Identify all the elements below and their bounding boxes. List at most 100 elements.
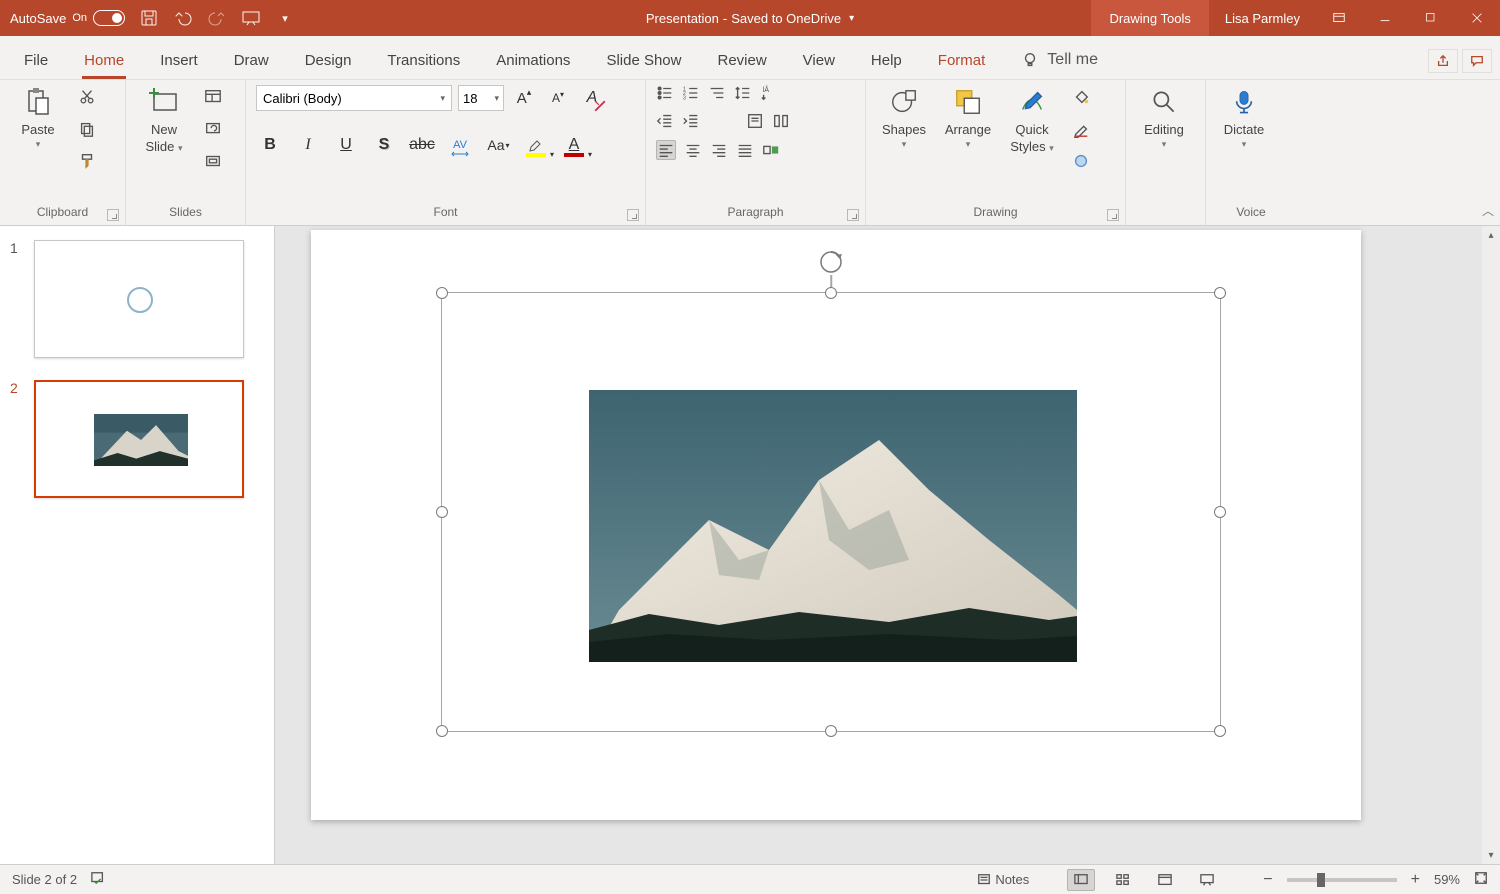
smartart-convert-button[interactable]	[762, 140, 780, 160]
paragraph-dialog-launcher[interactable]	[847, 209, 859, 221]
bold-button[interactable]: B	[256, 131, 284, 159]
thumbnail-preview[interactable]	[34, 240, 244, 358]
resize-handle-e[interactable]	[1214, 506, 1226, 518]
resize-handle-sw[interactable]	[436, 725, 448, 737]
tab-home[interactable]: Home	[68, 44, 140, 79]
resize-handle-nw[interactable]	[436, 287, 448, 299]
increase-font-button[interactable]: A▴	[510, 84, 538, 112]
font-name-combo[interactable]: Calibri (Body)▾	[256, 85, 452, 111]
tab-design[interactable]: Design	[289, 44, 368, 79]
character-spacing-button[interactable]: AV	[446, 131, 474, 159]
selection-box[interactable]	[441, 292, 1221, 732]
resize-handle-n[interactable]	[825, 287, 837, 299]
autosave-switch[interactable]	[93, 10, 125, 26]
tab-file[interactable]: File	[8, 44, 64, 79]
save-location[interactable]: Saved to OneDrive	[731, 11, 841, 26]
resize-handle-w[interactable]	[436, 506, 448, 518]
layout-button[interactable]	[200, 84, 226, 110]
line-spacing-button[interactable]	[734, 84, 752, 102]
dictate-button[interactable]: Dictate▾	[1216, 84, 1272, 150]
new-slide-dropdown-icon[interactable]: ▾	[178, 143, 183, 153]
undo-icon[interactable]	[173, 8, 193, 28]
minimize-icon[interactable]	[1362, 0, 1408, 36]
clipboard-dialog-launcher[interactable]	[107, 209, 119, 221]
zoom-out-button[interactable]: −	[1263, 871, 1272, 889]
slide-thumbnails-pane[interactable]: 1 2	[0, 226, 275, 864]
cut-button[interactable]	[74, 84, 100, 110]
reset-slide-button[interactable]	[200, 116, 226, 142]
zoom-level[interactable]: 59%	[1434, 872, 1460, 887]
tab-view[interactable]: View	[787, 44, 851, 79]
account-username[interactable]: Lisa Parmley	[1209, 11, 1316, 26]
tell-me-search[interactable]: Tell me	[1005, 43, 1114, 79]
align-left-button[interactable]	[656, 140, 676, 160]
shape-outline-button[interactable]	[1068, 116, 1094, 142]
clear-formatting-button[interactable]: A	[578, 84, 606, 112]
tab-transitions[interactable]: Transitions	[371, 44, 476, 79]
italic-button[interactable]: I	[294, 131, 322, 159]
resize-handle-s[interactable]	[825, 725, 837, 737]
increase-indent-button[interactable]	[682, 112, 700, 130]
underline-button[interactable]: U	[332, 131, 360, 159]
maximize-icon[interactable]	[1408, 0, 1454, 36]
shapes-button[interactable]: Shapes▾	[876, 84, 932, 150]
rotate-handle[interactable]	[818, 249, 844, 275]
save-icon[interactable]	[139, 8, 159, 28]
columns-button[interactable]	[772, 112, 790, 130]
customize-qat-icon[interactable]: ▾	[275, 8, 295, 28]
slide-counter[interactable]: Slide 2 of 2	[12, 872, 77, 887]
scroll-down-icon[interactable]: ▾	[1482, 846, 1500, 864]
tab-slide-show[interactable]: Slide Show	[590, 44, 697, 79]
tab-review[interactable]: Review	[701, 44, 782, 79]
slideshow-view-button[interactable]	[1193, 869, 1221, 891]
zoom-in-button[interactable]: +	[1411, 871, 1420, 889]
arrange-button[interactable]: Arrange▾	[940, 84, 996, 150]
section-button[interactable]	[200, 148, 226, 174]
new-slide-button[interactable]: New Slide ▾	[136, 84, 192, 154]
shape-fill-button[interactable]	[1068, 84, 1094, 110]
paste-button[interactable]: Paste ▾	[10, 84, 66, 150]
resize-handle-se[interactable]	[1214, 725, 1226, 737]
redo-icon[interactable]	[207, 8, 227, 28]
comments-button[interactable]	[1462, 49, 1492, 73]
zoom-slider-thumb[interactable]	[1317, 873, 1325, 887]
fit-to-window-button[interactable]	[1474, 871, 1488, 888]
zoom-slider[interactable]	[1287, 878, 1397, 882]
normal-view-button[interactable]	[1067, 869, 1095, 891]
reading-view-button[interactable]	[1151, 869, 1179, 891]
font-size-combo[interactable]: 18▾	[458, 85, 504, 111]
spell-check-icon[interactable]	[91, 871, 105, 888]
font-color-button[interactable]: A▾	[560, 131, 588, 159]
thumbnail-preview[interactable]	[34, 380, 244, 498]
save-location-dropdown-icon[interactable]: ▾	[849, 13, 854, 24]
format-painter-button[interactable]	[74, 148, 100, 174]
drawing-dialog-launcher[interactable]	[1107, 209, 1119, 221]
scroll-up-icon[interactable]: ▴	[1482, 226, 1500, 244]
editing-button[interactable]: Editing▾	[1136, 84, 1192, 150]
paste-dropdown-icon[interactable]: ▾	[36, 139, 41, 150]
slide-sorter-view-button[interactable]	[1109, 869, 1137, 891]
justify-button[interactable]	[736, 140, 754, 160]
collapse-ribbon-icon[interactable]: ︿	[1482, 202, 1494, 219]
quick-styles-button[interactable]: Quick Styles ▾	[1004, 84, 1060, 154]
numbering-button[interactable]: 123	[682, 84, 700, 102]
align-text-button[interactable]	[746, 112, 764, 130]
list-level-button[interactable]	[708, 84, 726, 102]
tab-draw[interactable]: Draw	[218, 44, 285, 79]
copy-button[interactable]	[74, 116, 100, 142]
tab-animations[interactable]: Animations	[480, 44, 586, 79]
thumbnail-slide-2[interactable]: 2	[10, 380, 264, 498]
thumbnail-slide-1[interactable]: 1	[10, 240, 264, 358]
highlight-color-button[interactable]: ▾	[522, 131, 550, 159]
strikethrough-button[interactable]: abc	[408, 131, 436, 159]
close-icon[interactable]	[1454, 0, 1500, 36]
text-direction-button[interactable]: lÂ	[760, 84, 778, 102]
ribbon-display-options-icon[interactable]	[1316, 0, 1362, 36]
shadow-button[interactable]: S	[370, 131, 398, 159]
decrease-font-button[interactable]: A▾	[544, 84, 572, 112]
decrease-indent-button[interactable]	[656, 112, 674, 130]
share-button[interactable]	[1428, 49, 1458, 73]
slide[interactable]	[311, 230, 1361, 820]
tab-help[interactable]: Help	[855, 44, 918, 79]
notes-button[interactable]: Notes	[977, 872, 1029, 887]
